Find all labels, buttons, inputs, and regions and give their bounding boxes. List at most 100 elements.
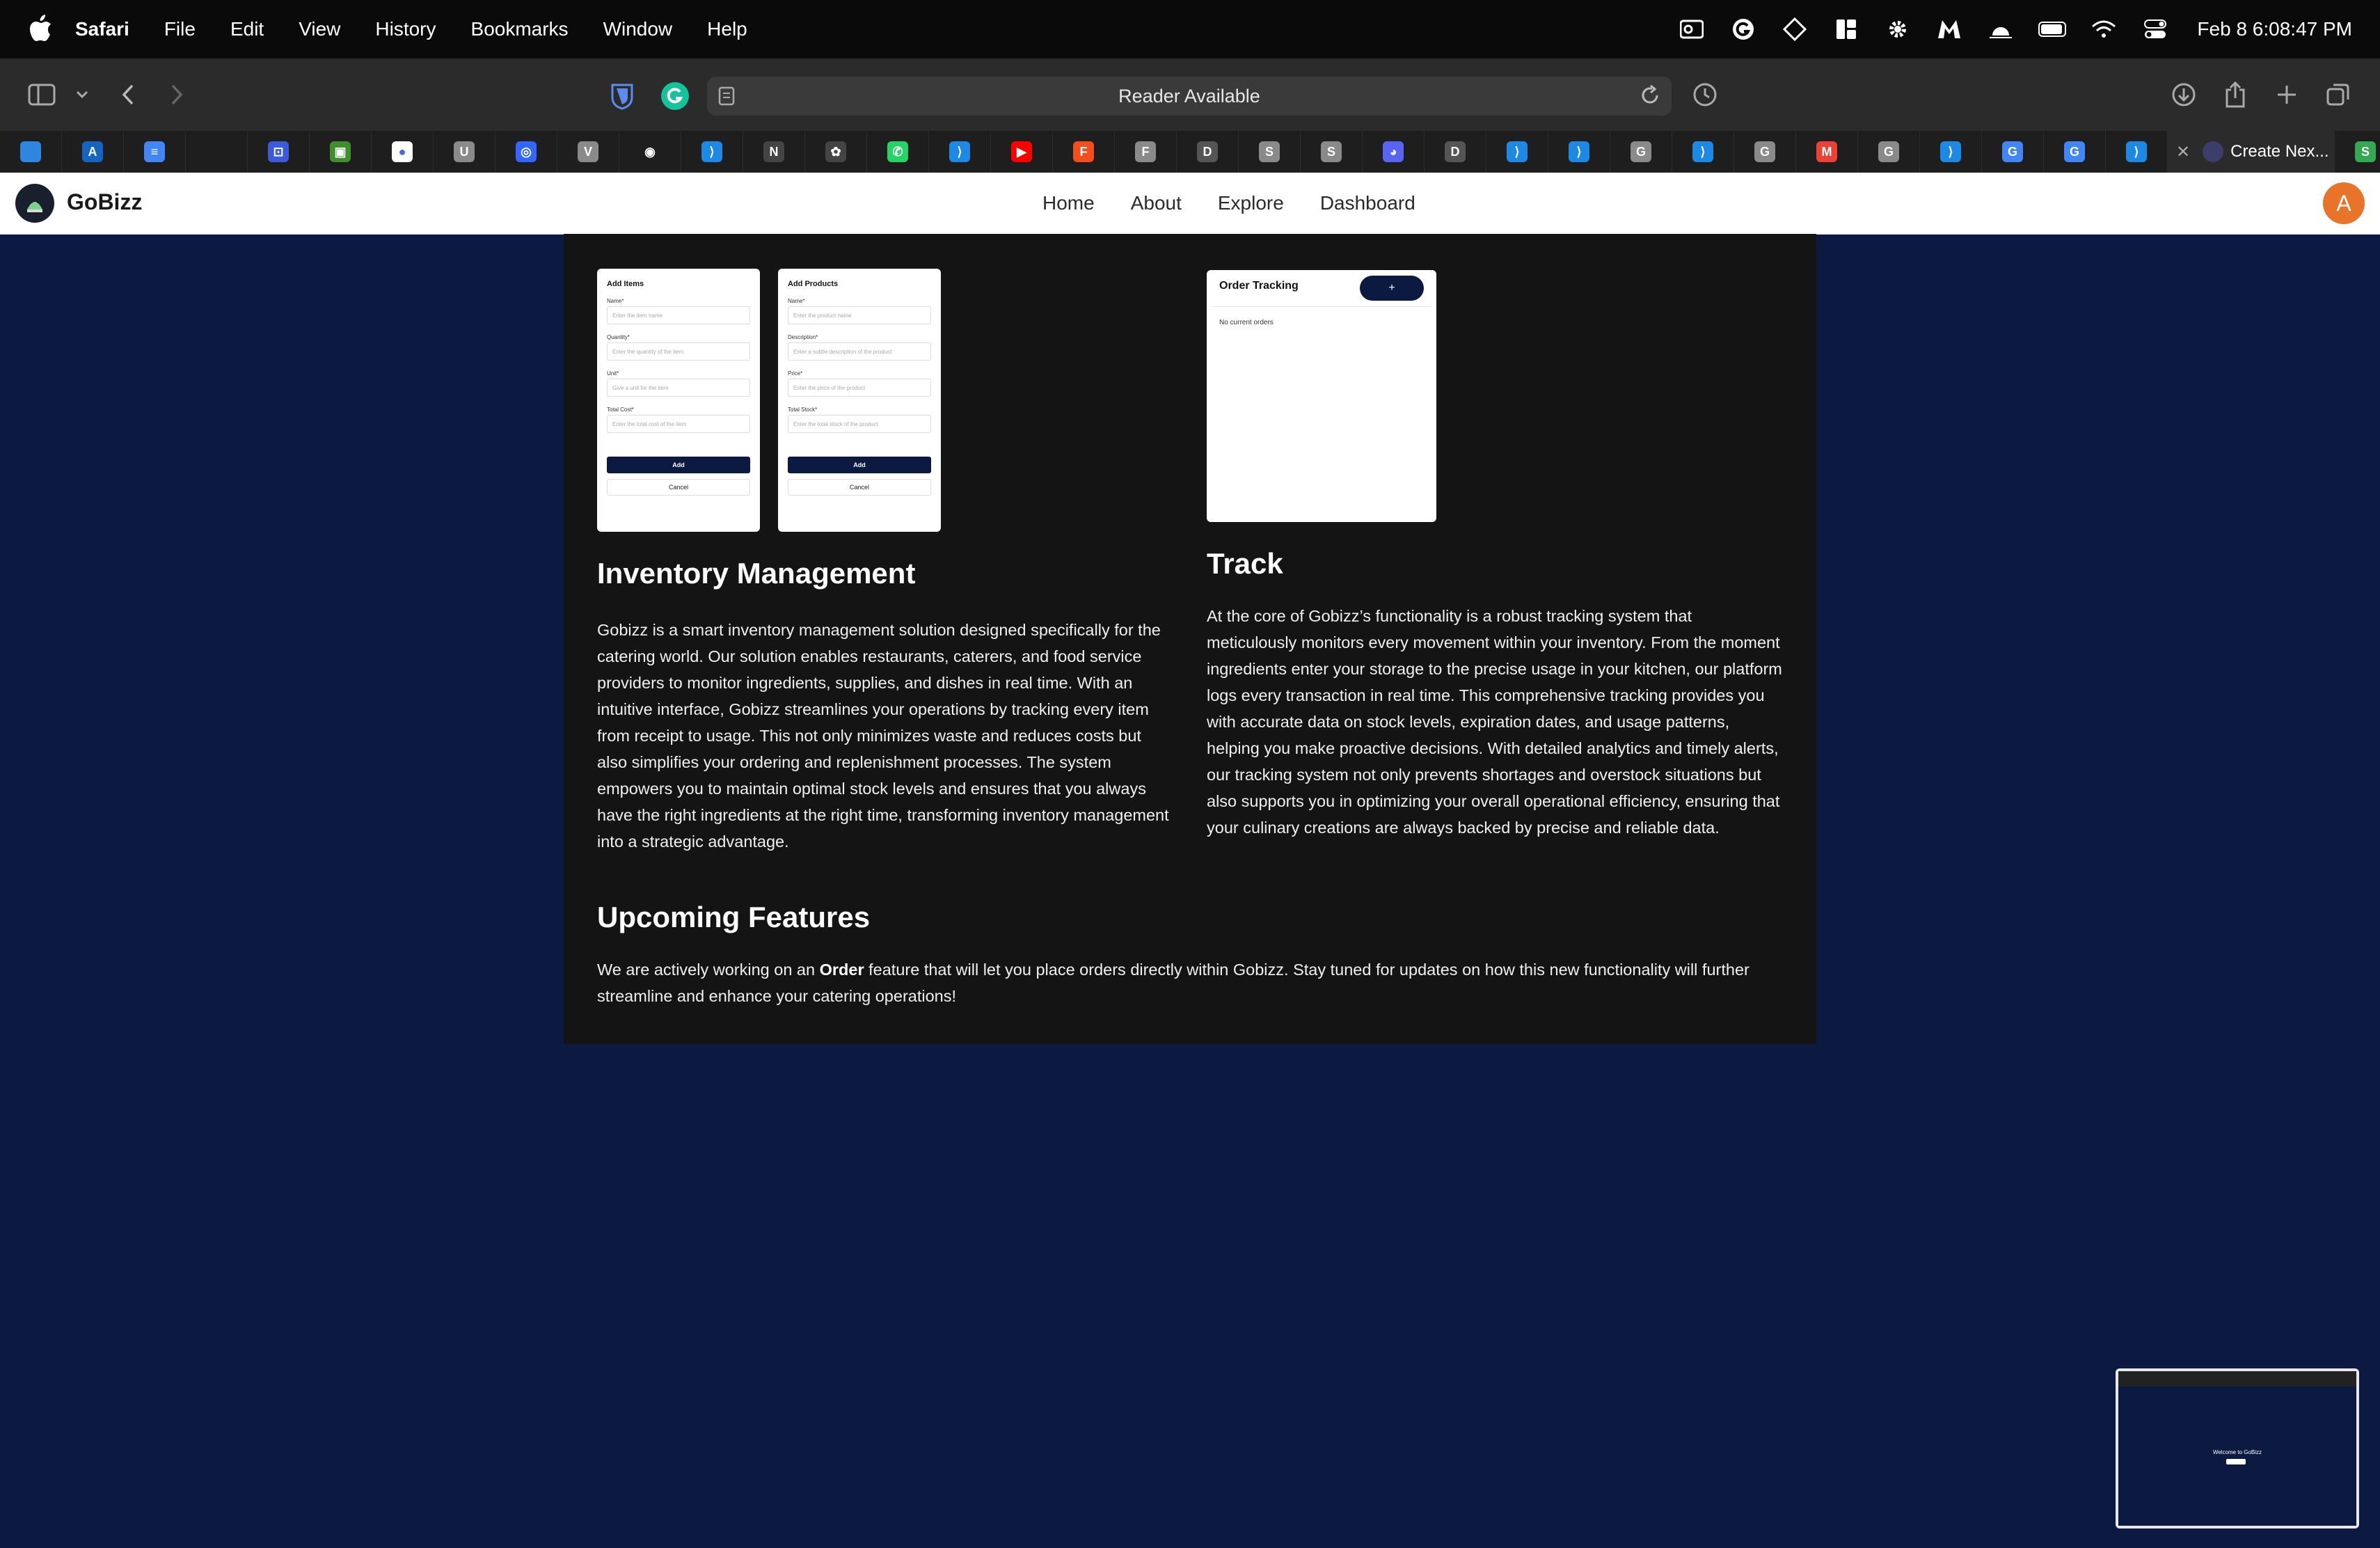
- grammarly-icon[interactable]: [1729, 15, 1757, 43]
- tab-item[interactable]: D: [1425, 131, 1486, 173]
- tab-item[interactable]: [0, 131, 62, 173]
- share-icon[interactable]: [2220, 79, 2251, 110]
- tab-item[interactable]: ✿: [805, 131, 867, 173]
- youtube-icon: ▶: [1011, 141, 1032, 162]
- menu-view[interactable]: View: [299, 18, 340, 40]
- active-tab[interactable]: ✕ Create Nex...: [2168, 131, 2335, 173]
- avatar[interactable]: A: [2323, 182, 2365, 224]
- nav-dashboard[interactable]: Dashboard: [1320, 192, 1415, 214]
- battery-icon[interactable]: [2038, 15, 2067, 43]
- tab-item[interactable]: ✆: [867, 131, 929, 173]
- vscode-icon: ⟩: [2126, 141, 2147, 162]
- history-clock-icon[interactable]: [1690, 79, 1720, 110]
- mock-label: Quantity*: [607, 334, 630, 340]
- mock-input: Enter the product name: [788, 306, 931, 324]
- gmail-icon: M: [1816, 141, 1837, 162]
- whatsapp-icon: ✆: [887, 141, 908, 162]
- new-tab-icon[interactable]: [2271, 79, 2302, 110]
- menu-app-name[interactable]: Safari: [75, 18, 129, 40]
- chevron-down-icon[interactable]: [67, 79, 97, 110]
- control-center-icon[interactable]: [2141, 15, 2169, 43]
- tab-item[interactable]: G: [1734, 131, 1796, 173]
- close-tab-icon[interactable]: ✕: [2176, 142, 2190, 162]
- tab-item[interactable]: F: [1053, 131, 1115, 173]
- brightness-icon[interactable]: [1987, 15, 2015, 43]
- menu-file[interactable]: File: [164, 18, 196, 40]
- gobizz-logo-icon[interactable]: [15, 184, 54, 223]
- tab-item[interactable]: G: [1982, 131, 2044, 173]
- nav-home[interactable]: Home: [1042, 192, 1095, 214]
- outlook-icon[interactable]: [1678, 15, 1706, 43]
- tab-item[interactable]: ⟩: [681, 131, 743, 173]
- download-icon[interactable]: [2168, 79, 2199, 110]
- menu-bookmarks[interactable]: Bookmarks: [471, 18, 569, 40]
- menu-edit[interactable]: Edit: [230, 18, 264, 40]
- sidebar-toggle-icon[interactable]: [26, 79, 57, 110]
- malwarebytes-icon[interactable]: [1935, 15, 1963, 43]
- grammarly-extension-icon[interactable]: [661, 82, 689, 110]
- layout-icon[interactable]: [1832, 15, 1860, 43]
- upcoming-heading: Upcoming Features: [597, 901, 871, 933]
- notion-icon: N: [763, 141, 784, 162]
- reload-icon[interactable]: [1640, 84, 1660, 109]
- bitwarden-icon[interactable]: [608, 82, 636, 110]
- tab-item[interactable]: V: [557, 131, 619, 173]
- inventory-body: Gobizz is a smart inventory management s…: [597, 621, 1169, 851]
- tab-item[interactable]: ●: [372, 131, 434, 173]
- tab-item[interactable]: ◉: [619, 131, 681, 173]
- gobizz-favicon-icon: [2203, 141, 2224, 162]
- tab-item[interactable]: G: [1610, 131, 1672, 173]
- github-icon: ◉: [640, 141, 660, 162]
- forward-icon[interactable]: [161, 79, 192, 110]
- tab-item[interactable]: M: [1796, 131, 1858, 173]
- tab-item[interactable]: ⟩: [1548, 131, 1610, 173]
- mock-input: Enter the price of the product: [788, 379, 931, 397]
- tab-bar: A ≡ ⊡ ▣ ● U ◎ V ◉ ⟩ N ✿ ✆ ⟩ ▶ F F D S S ◕ D ⟩ ⟩ G ⟩ G M G ⟩ G G ⟩ ✕ Crea…: [0, 131, 2380, 173]
- tab-item[interactable]: G: [2044, 131, 2106, 173]
- menu-window[interactable]: Window: [603, 18, 673, 40]
- tab-item[interactable]: ◕: [1363, 131, 1425, 173]
- g-icon: G: [1631, 141, 1651, 162]
- mock-title: Add Products: [788, 280, 839, 288]
- upcoming-text-1: We are actively working on an: [597, 961, 820, 979]
- mock-add-button: Add: [607, 457, 750, 473]
- tab-item[interactable]: N: [743, 131, 805, 173]
- tab-item[interactable]: ◎: [495, 131, 557, 173]
- upcoming-section: Upcoming Features We are actively workin…: [597, 901, 1787, 1009]
- brand-name[interactable]: GoBizz: [67, 189, 142, 215]
- tab-item[interactable]: G: [1858, 131, 1920, 173]
- gear-icon[interactable]: [1884, 15, 1912, 43]
- address-bar[interactable]: Reader Available: [707, 77, 1672, 116]
- tab-item[interactable]: ▣: [310, 131, 372, 173]
- docs-icon: ≡: [144, 141, 165, 162]
- nav-about[interactable]: About: [1131, 192, 1182, 214]
- tab-item[interactable]: [186, 131, 248, 173]
- tab-item[interactable]: ⟩: [2106, 131, 2168, 173]
- wifi-icon[interactable]: [2090, 15, 2118, 43]
- track-section: Order Tracking + No current orders Track…: [1207, 269, 1784, 841]
- tab-item[interactable]: ⟩: [1486, 131, 1548, 173]
- tab-item[interactable]: ≡: [124, 131, 186, 173]
- tab-item[interactable]: F: [1115, 131, 1177, 173]
- nav-explore[interactable]: Explore: [1218, 192, 1284, 214]
- menu-help[interactable]: Help: [707, 18, 747, 40]
- screenshot-thumbnail[interactable]: Welcome to GoBizz: [2116, 1368, 2359, 1529]
- tab-item[interactable]: ⊡: [248, 131, 310, 173]
- tab-item[interactable]: ⟩: [1920, 131, 1982, 173]
- tab-overview-icon[interactable]: [2323, 79, 2354, 110]
- tab-item[interactable]: D: [1177, 131, 1239, 173]
- tab-item[interactable]: A: [62, 131, 124, 173]
- diamond-icon[interactable]: [1781, 15, 1809, 43]
- tab-item[interactable]: ▶: [991, 131, 1053, 173]
- apple-icon[interactable]: [28, 14, 53, 43]
- tab-sheets[interactable]: S: [2335, 131, 2380, 173]
- menu-clock[interactable]: Feb 8 6:08:47 PM: [2197, 18, 2352, 40]
- menu-history[interactable]: History: [375, 18, 436, 40]
- tab-item[interactable]: S: [1301, 131, 1363, 173]
- upcoming-body: We are actively working on an Order feat…: [597, 956, 1787, 1009]
- tab-item[interactable]: ⟩: [929, 131, 991, 173]
- back-icon[interactable]: [113, 79, 143, 110]
- tab-item[interactable]: U: [434, 131, 495, 173]
- tab-item[interactable]: S: [1239, 131, 1301, 173]
- tab-item[interactable]: ⟩: [1672, 131, 1734, 173]
